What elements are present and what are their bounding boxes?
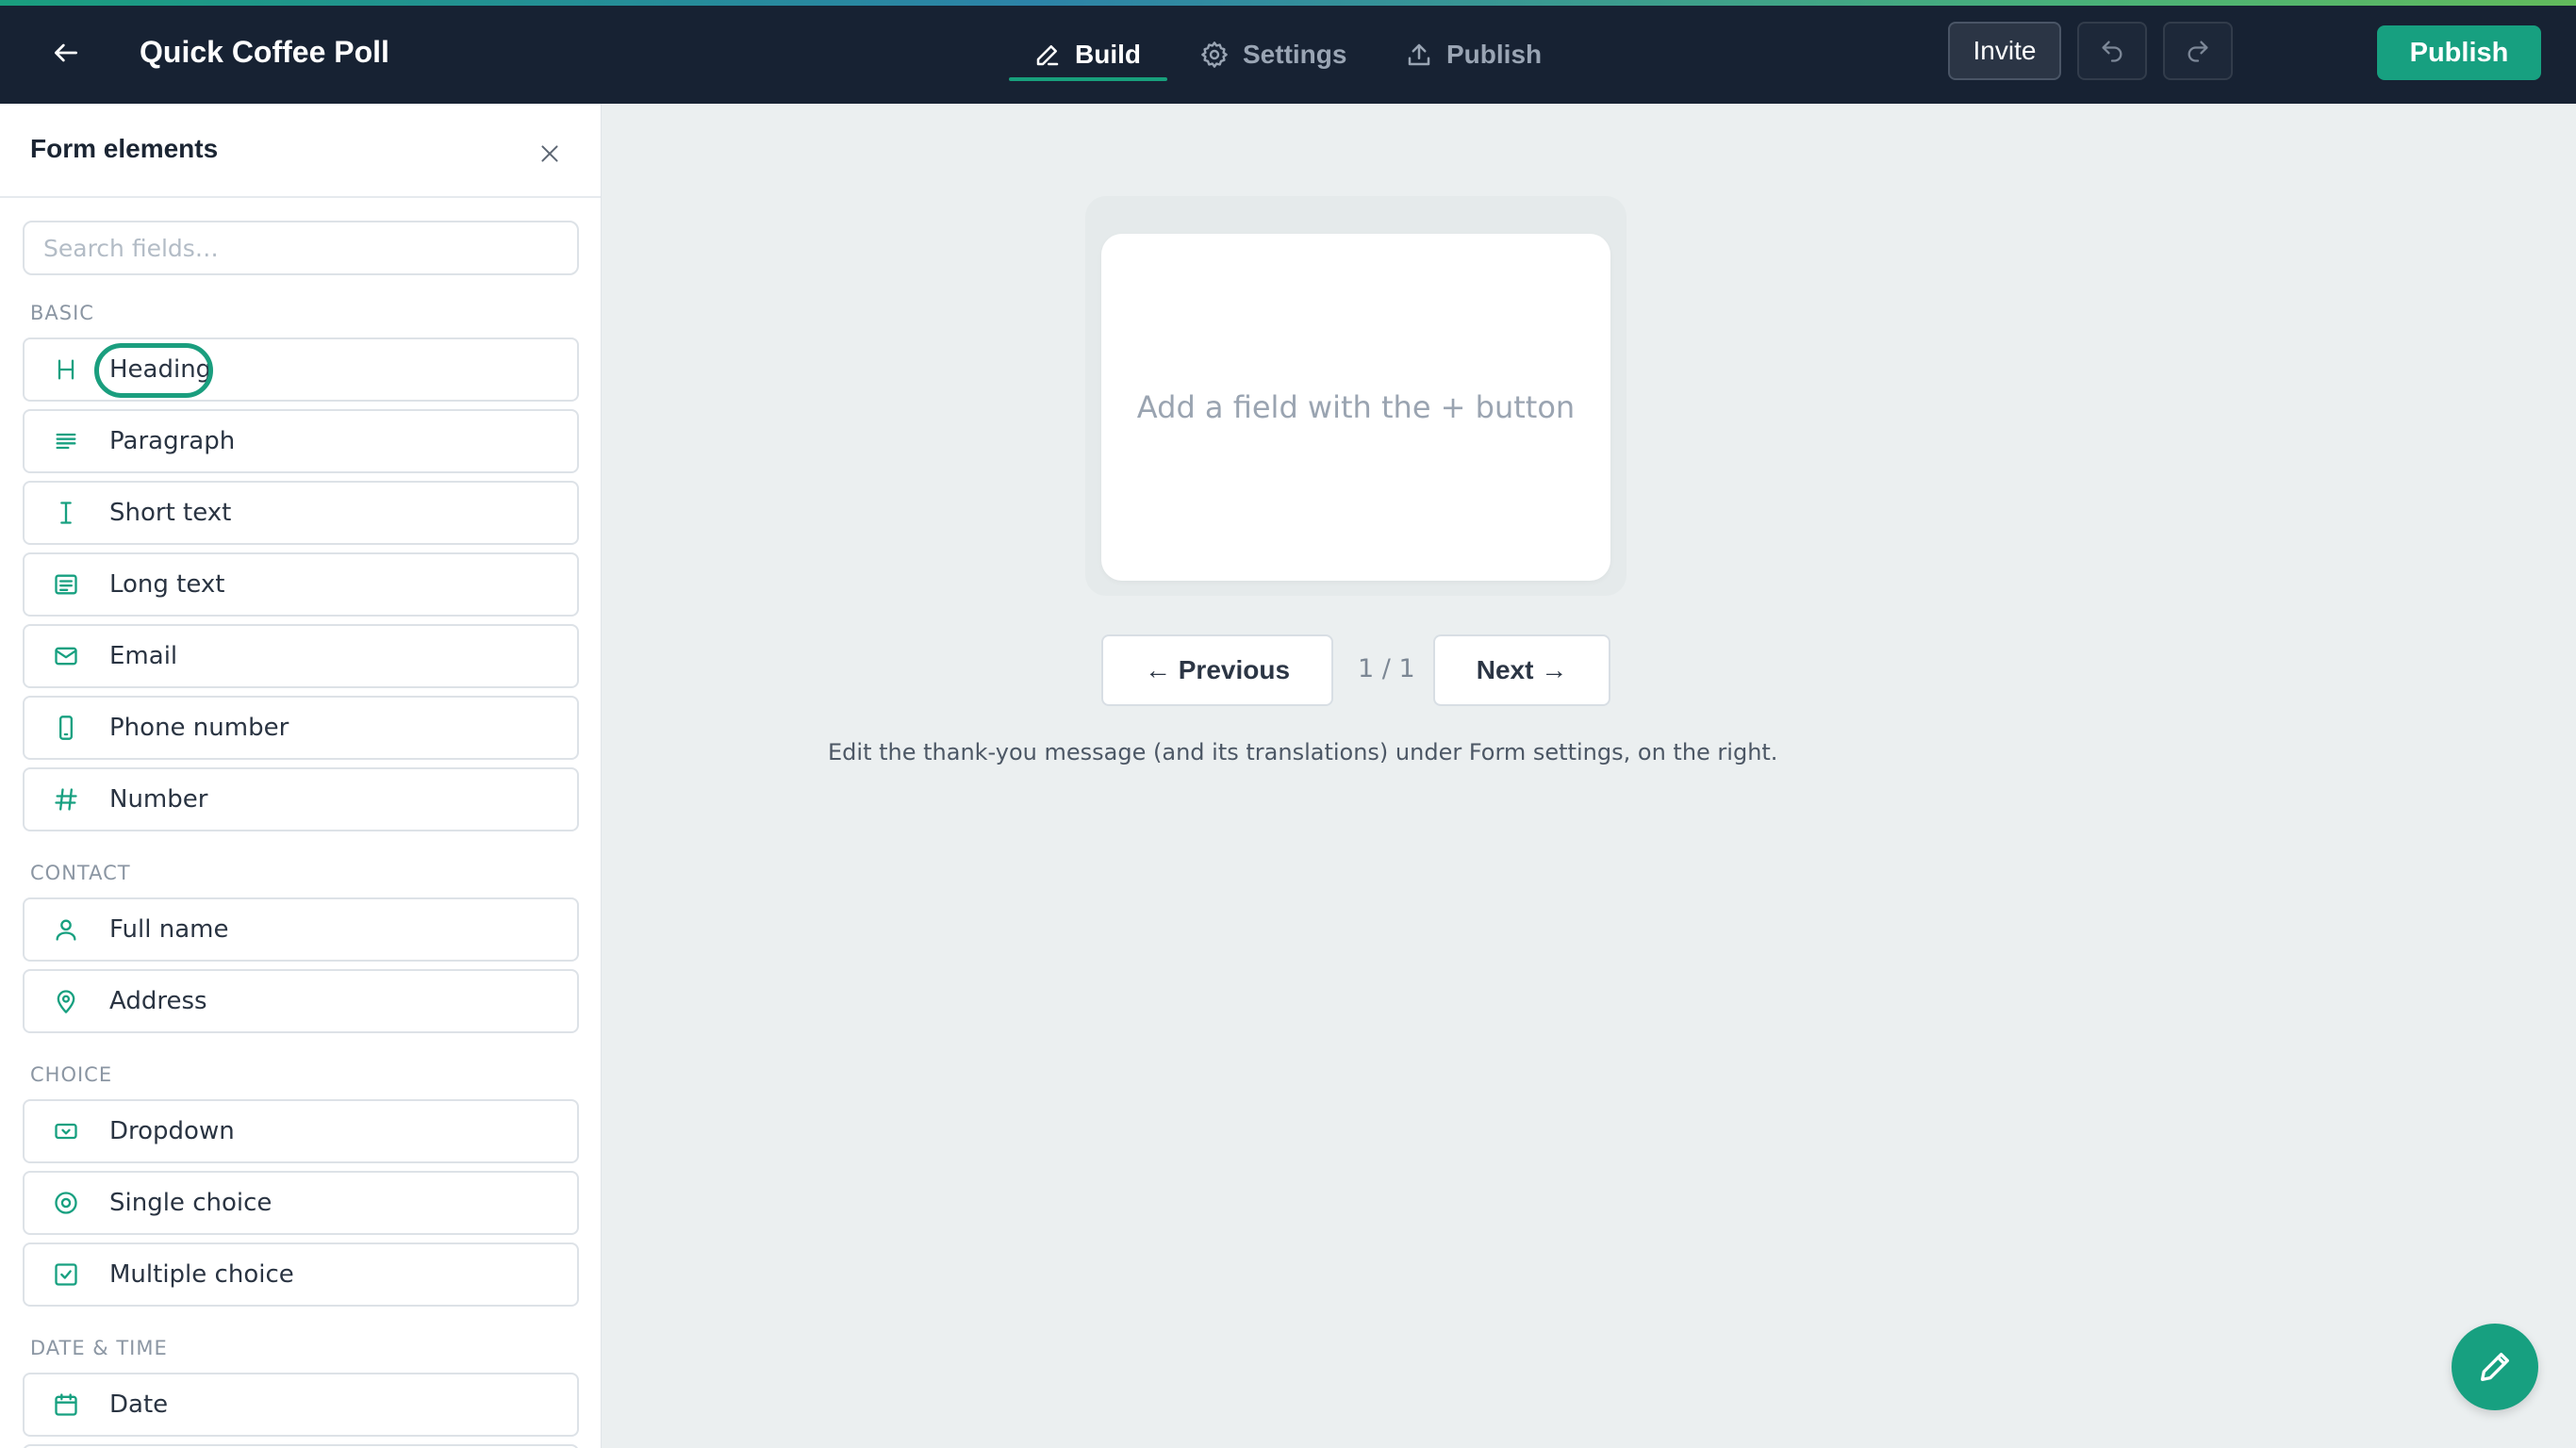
field-address[interactable]: Address <box>23 969 579 1033</box>
close-icon <box>541 145 558 162</box>
page-counter: 1 / 1 <box>1358 654 1415 683</box>
radio-icon <box>55 1192 77 1214</box>
calendar-icon <box>55 1393 77 1416</box>
search-fields-input[interactable] <box>23 221 579 275</box>
field-full-name-label: Full name <box>109 915 229 944</box>
pencil-icon <box>1036 45 1059 66</box>
field-dropdown[interactable]: Dropdown <box>23 1099 579 1163</box>
undo-button[interactable] <box>2077 22 2147 80</box>
field-full-name[interactable]: Full name <box>23 897 579 962</box>
phone-icon <box>59 716 73 740</box>
dropdown-icon <box>55 1123 77 1140</box>
field-number[interactable]: Number <box>23 767 579 831</box>
redo-icon <box>2188 41 2208 62</box>
form-elements-panel: Form elements BASIC Heading Paragraph Sh… <box>0 104 602 1448</box>
close-panel-button[interactable] <box>532 136 568 172</box>
field-short-text-label: Short text <box>109 499 232 527</box>
tab-build[interactable]: Build <box>1033 28 1141 81</box>
paragraph-icon <box>56 433 76 450</box>
field-number-label: Number <box>109 785 208 814</box>
back-button[interactable] <box>45 32 87 74</box>
thank-you-helper-text: Edit the thank-you message (and its tran… <box>828 739 1778 765</box>
panel-title: Form elements <box>30 134 219 163</box>
redo-button[interactable] <box>2163 22 2233 80</box>
pencil-icon <box>2481 1353 2509 1381</box>
previous-button[interactable]: ← Previous <box>1101 634 1333 706</box>
field-email-label: Email <box>109 642 178 670</box>
tab-publish-label: Publish <box>1446 40 1543 69</box>
tab-settings-label: Settings <box>1243 40 1347 69</box>
top-bar: Quick Coffee Poll Build Settings Publish… <box>0 0 2576 104</box>
arrow-left-icon <box>55 43 77 62</box>
next-button[interactable]: Next → <box>1433 634 1610 706</box>
field-address-label: Address <box>109 987 207 1015</box>
field-paragraph[interactable]: Paragraph <box>23 409 579 473</box>
undo-icon <box>2102 41 2122 62</box>
hash-icon <box>55 788 77 811</box>
heading-icon <box>58 359 74 380</box>
field-paragraph-label: Paragraph <box>109 427 236 455</box>
section-label-choice: CHOICE <box>30 1063 113 1086</box>
active-tab-indicator <box>1009 77 1167 81</box>
user-icon <box>56 919 76 941</box>
form-title[interactable]: Quick Coffee Poll <box>140 32 389 72</box>
field-single-choice[interactable]: Single choice <box>23 1171 579 1235</box>
map-pin-icon <box>57 990 75 1013</box>
field-long-text[interactable]: Long text <box>23 552 579 617</box>
field-multiple-choice[interactable]: Multiple choice <box>23 1242 579 1307</box>
field-next-partial[interactable] <box>23 1444 579 1448</box>
text-cursor-icon <box>60 502 72 524</box>
field-dropdown-label: Dropdown <box>109 1117 235 1145</box>
tab-settings[interactable]: Settings <box>1199 28 1346 81</box>
section-label-basic: BASIC <box>30 302 94 324</box>
tab-publish[interactable]: Publish <box>1405 28 1542 81</box>
field-date[interactable]: Date <box>23 1373 579 1437</box>
field-multiple-choice-label: Multiple choice <box>109 1260 294 1289</box>
empty-form-card[interactable]: Add a field with the + button <box>1101 234 1610 581</box>
gear-icon <box>1201 41 1228 68</box>
top-accent-line <box>0 0 2576 6</box>
tab-build-label: Build <box>1075 40 1141 69</box>
section-label-contact: CONTACT <box>30 862 131 884</box>
field-single-choice-label: Single choice <box>109 1189 272 1217</box>
field-phone-number-label: Phone number <box>109 714 289 742</box>
focus-highlight-ring <box>94 343 213 398</box>
field-long-text-label: Long text <box>109 570 225 599</box>
edit-fab-button[interactable] <box>2452 1324 2538 1410</box>
field-short-text[interactable]: Short text <box>23 481 579 545</box>
long-text-icon <box>55 574 77 595</box>
field-email[interactable]: Email <box>23 624 579 688</box>
checkbox-icon <box>55 1263 77 1286</box>
field-phone-number[interactable]: Phone number <box>23 696 579 760</box>
envelope-icon <box>55 647 77 666</box>
section-label-date-time: DATE & TIME <box>30 1337 168 1359</box>
publish-button[interactable]: Publish <box>2377 25 2541 80</box>
upload-icon <box>1408 43 1430 66</box>
panel-header: Form elements <box>0 104 601 198</box>
empty-state-message: Add a field with the + button <box>1136 389 1576 425</box>
invite-button[interactable]: Invite <box>1948 22 2061 80</box>
field-heading[interactable]: Heading <box>23 337 579 402</box>
field-date-label: Date <box>109 1390 169 1419</box>
